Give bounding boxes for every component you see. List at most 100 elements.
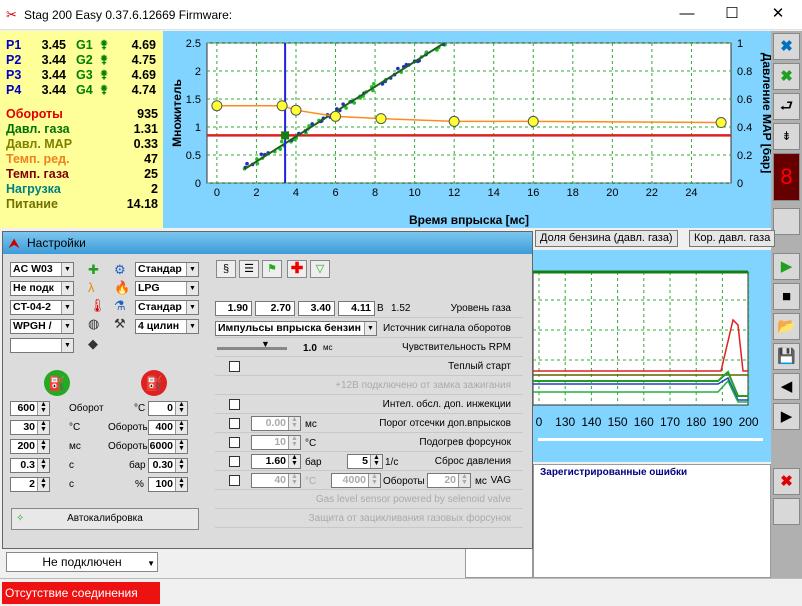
slider-thumb[interactable]: ▼ xyxy=(261,339,270,349)
intel-checkbox[interactable] xyxy=(229,399,240,410)
vag-checkbox[interactable] xyxy=(229,475,240,486)
switch-time-field[interactable]: 0.3 ▲ ▼ xyxy=(10,458,50,473)
gas-level-4[interactable]: 4.11 xyxy=(338,301,375,316)
y2-tick-label: 0.4 xyxy=(737,122,752,134)
gas-level-3[interactable]: 3.40 xyxy=(298,301,335,316)
vag-ms-field[interactable]: 20 ▲ ▼ xyxy=(427,473,471,488)
connection-type-select[interactable]: Не подк ▼ xyxy=(10,281,74,296)
fuel-icon: 🔥 xyxy=(114,280,131,295)
heating-field[interactable]: 10 ▲ ▼ xyxy=(251,435,301,450)
stop-icon[interactable]: ■ xyxy=(773,283,800,310)
switch-delay-field[interactable]: 200 ▲ ▼ xyxy=(10,439,50,454)
ecu-select[interactable]: AC W03 ▼ xyxy=(10,262,74,277)
vag-rpm-field[interactable]: 4000 ▲ ▼ xyxy=(331,473,381,488)
calibration-point xyxy=(245,161,249,166)
list-icon[interactable]: ☰ xyxy=(239,260,259,278)
vag-temp-field[interactable]: 40 ▲ ▼ xyxy=(251,473,301,488)
fuel-type-select[interactable]: LPG ▼ xyxy=(135,281,199,296)
rpm-max-field[interactable]: 6000 ▲ ▼ xyxy=(148,439,188,454)
maximize-button[interactable]: ☐ xyxy=(710,3,754,27)
param-map-pressure: Давл. MAP 0.33 xyxy=(6,137,158,151)
reducer-type-select[interactable]: Стандар ▼ xyxy=(135,300,199,315)
y-tick-label: 0 xyxy=(195,178,201,190)
open-folder-icon[interactable]: 📂 xyxy=(773,313,800,340)
oscilloscope-panel[interactable]: 0 130 140 150 160 170 180 190 200 xyxy=(532,250,771,462)
gas-level-value: 1.52 xyxy=(391,303,411,314)
warm-start-checkbox[interactable] xyxy=(229,361,240,372)
wrench-icon: ⚒ xyxy=(114,316,126,331)
tab-petrol-share[interactable]: Доля бензина (давл. газа) xyxy=(535,230,678,247)
app-icon: ✂ xyxy=(6,7,17,22)
petrol-mode-button[interactable]: ⛽ xyxy=(141,370,167,396)
minimize-button[interactable]: — xyxy=(665,3,709,27)
save-icon[interactable]: 💾 xyxy=(773,343,800,370)
autocalibration-button[interactable]: ✧ Автокалибровка xyxy=(11,508,199,530)
sensor-select[interactable]: CT-04-2 ▼ xyxy=(10,300,74,315)
blank-button[interactable] xyxy=(773,208,800,235)
pressure-reset-checkbox[interactable] xyxy=(229,456,240,467)
settings-header[interactable]: ⮝ Настройки xyxy=(3,232,532,254)
switch-temp-field[interactable]: 30 ▲ ▼ xyxy=(10,420,50,435)
play-icon[interactable]: ▶ xyxy=(773,253,800,280)
min-pressure-field[interactable]: 0.30 ▲ ▼ xyxy=(148,458,188,473)
status-bar: Отсутствие соединения xyxy=(0,578,802,606)
param-load: Нагрузка 2 xyxy=(6,182,158,196)
compress-icon[interactable]: ⇟ xyxy=(773,123,800,150)
gas-level-1[interactable]: 1.90 xyxy=(215,301,252,316)
magic-wand-icon: ✧ xyxy=(16,513,25,524)
unit-label: °C xyxy=(134,403,146,414)
percent-field[interactable]: 100 ▲ ▼ xyxy=(148,477,188,492)
flag-icon[interactable]: ⚑ xyxy=(262,260,282,278)
switch-rpm-field[interactable]: 600 ▲ ▼ xyxy=(10,401,50,416)
x-tick-label: 2 xyxy=(253,187,259,199)
delete-errors-icon[interactable]: ✖ xyxy=(773,468,800,495)
next-icon[interactable]: ▶ xyxy=(773,403,800,430)
osc-tick-label: 170 xyxy=(660,415,680,429)
y-tick-label: 2.5 xyxy=(186,38,201,50)
pressure-field[interactable]: 1.60 ▲ ▼ xyxy=(251,454,301,469)
multiplier-chart-svg[interactable]: 0 2 4 6 8 10 12 14 16 18 20 22 2400.511.522.500.20.4… xyxy=(163,31,774,228)
row-pressure-reset: 1.60 ▲ ▼ бар 5 ▲ ▼ 1/с Сброс давления xyxy=(215,453,523,471)
filter-icon[interactable]: ▽ xyxy=(310,260,330,278)
cutoff-checkbox[interactable] xyxy=(229,418,240,429)
gas-level-select[interactable]: WPGH / ▼ xyxy=(10,319,74,334)
injector-type-select[interactable]: Стандар ▼ xyxy=(135,262,199,277)
x-tick-label: 8 xyxy=(372,187,378,199)
pressure-rate-field[interactable]: 5 ▲ ▼ xyxy=(347,454,383,469)
multiplier-node xyxy=(715,117,727,129)
settings-window[interactable]: ⮝ Настройки AC W03 ▼ Не подк ▼ CT-04-2 ▼ WP… xyxy=(2,231,533,549)
close-button[interactable]: ✕ xyxy=(756,3,800,27)
gas-mode-button[interactable]: ⛽ xyxy=(44,370,70,396)
plus-icon[interactable]: ✚ xyxy=(287,260,307,278)
rpm-min-field[interactable]: 400 ▲ ▼ xyxy=(148,420,188,435)
extra-select[interactable]: ▼ xyxy=(10,338,74,353)
x-blue-icon[interactable]: ✖ xyxy=(773,33,800,60)
connection-select[interactable]: Не подключен ▼ xyxy=(6,552,158,572)
multiplier-chart[interactable]: 0 2 4 6 8 10 12 14 16 18 20 22 24 0 0.5 1 1.5 2 2.5 0 0.2 0.4… xyxy=(163,31,774,228)
switch-cyl-time-field[interactable]: 2 ▲ ▼ xyxy=(10,477,50,492)
osc-scrollbar[interactable] xyxy=(538,438,763,441)
x-tick-label: 24 xyxy=(685,187,697,199)
unit-label: с xyxy=(69,479,74,490)
gas-level-2[interactable]: 2.70 xyxy=(255,301,295,316)
cutoff-field[interactable]: 0.00 ▲ ▼ xyxy=(251,416,301,431)
tab-gas-pressure-corr[interactable]: Кор. давл. газа xyxy=(689,230,776,247)
unit-label: % xyxy=(135,479,144,490)
y2-tick-label: 1 xyxy=(737,38,743,50)
param-voltage: Питание 14.18 xyxy=(6,197,158,211)
cylinders-select[interactable]: 4 цилин ▼ xyxy=(135,319,199,334)
heating-checkbox[interactable] xyxy=(229,437,240,448)
sensor-icon[interactable]: § xyxy=(216,260,236,278)
multiplier-node xyxy=(375,113,387,125)
blank-button-2[interactable] xyxy=(773,498,800,525)
x-tick-label: 18 xyxy=(567,187,579,199)
chevron-down-icon: ▼ xyxy=(147,559,155,568)
switch-temp2-field[interactable]: 0 ▲ ▼ xyxy=(148,401,188,416)
rpm-source-select[interactable]: Импульсы впрыска бензин ▼ xyxy=(215,321,377,336)
chart-tabs: Доля бензина (давл. газа) Кор. давл. газ… xyxy=(533,229,776,249)
prev-icon[interactable]: ◀ xyxy=(773,373,800,400)
sensitivity-slider[interactable] xyxy=(217,347,287,350)
x-green-icon[interactable]: ✖ xyxy=(773,63,800,90)
param-gas-pressure: Давл. газа 1.31 xyxy=(6,122,158,136)
return-icon[interactable]: ⮐ xyxy=(773,93,800,120)
